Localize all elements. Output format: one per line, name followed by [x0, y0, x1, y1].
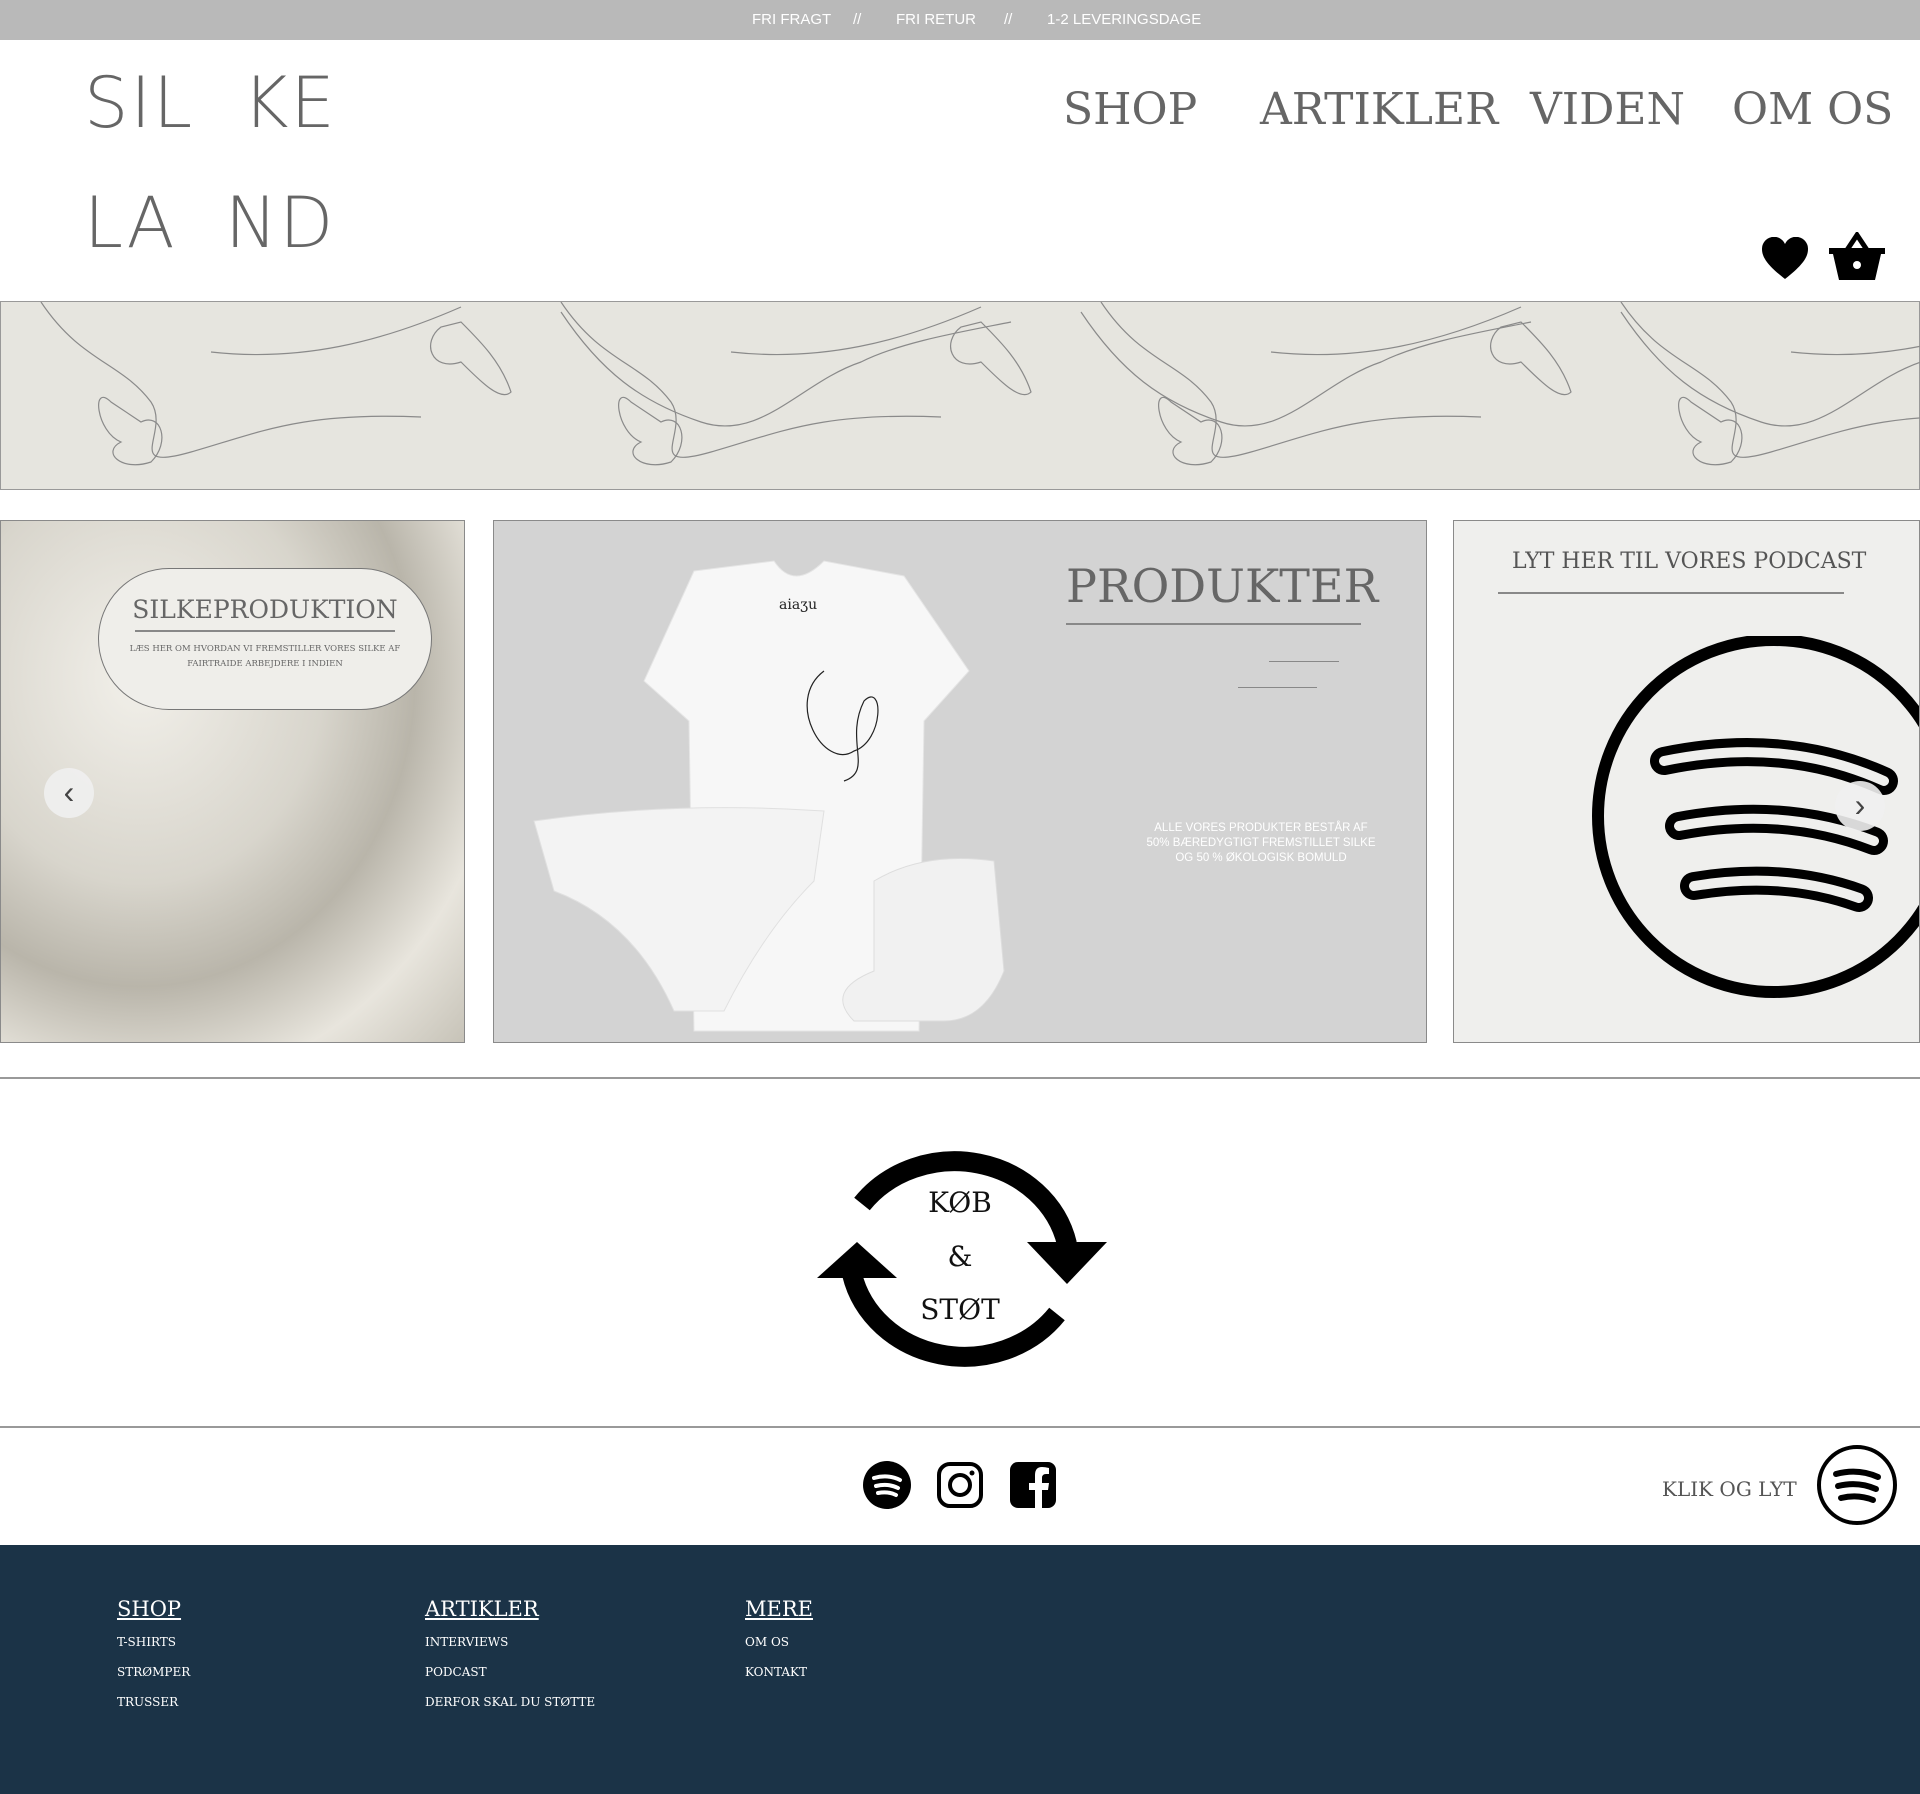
footer-link[interactable]: PODCAST: [425, 1665, 595, 1695]
divider: [1238, 687, 1317, 688]
footer-column-shop: SHOP T-SHIRTS STRØMPER TRUSSER: [117, 1597, 190, 1725]
divider: [135, 630, 395, 632]
separator: //: [1004, 11, 1013, 28]
spotify-listen-icon[interactable]: [1816, 1444, 1898, 1526]
footer-column-artikler: ARTIKLER INTERVIEWS PODCAST DERFOR SKAL …: [425, 1597, 595, 1725]
divider: [1269, 661, 1339, 662]
instagram-icon[interactable]: [936, 1461, 984, 1509]
announcement-bar: FRI FRAGT // FRI RETUR // 1-2 LEVERINGSD…: [0, 0, 1920, 40]
podcast-title: LYT HER TIL VORES PODCAST: [1512, 549, 1867, 574]
footer-heading-mere[interactable]: MERE: [745, 1597, 813, 1621]
footer-link[interactable]: TRUSSER: [117, 1695, 190, 1725]
spotify-icon[interactable]: [863, 1461, 911, 1509]
basket-icon[interactable]: [1829, 232, 1885, 282]
announcement-free-returns: FRI RETUR: [896, 11, 976, 28]
footer-link[interactable]: INTERVIEWS: [425, 1635, 595, 1665]
footer: SHOP T-SHIRTS STRØMPER TRUSSER ARTIKLER …: [0, 1545, 1920, 1794]
heart-icon[interactable]: [1762, 237, 1808, 281]
silkeproduktion-card[interactable]: SILKEPRODUKTION LÆS HER OM HVORDAN VI FR…: [98, 568, 432, 710]
butterfly-pattern-illustration: [40, 301, 1920, 466]
produkter-title: PRODUKTER: [1066, 559, 1379, 613]
announcement-delivery: 1-2 LEVERINGSDAGE: [1047, 11, 1202, 28]
footer-link[interactable]: OM OS: [745, 1635, 813, 1665]
footer-heading-shop[interactable]: SHOP: [117, 1597, 190, 1621]
listen-label[interactable]: KLIK OG LYT: [1662, 1477, 1797, 1501]
nav-shop[interactable]: SHOP: [1063, 84, 1197, 135]
carousel-next-button[interactable]: ›: [1835, 781, 1885, 831]
logo-line2[interactable]: LA ND: [84, 182, 335, 264]
carousel-prev-button[interactable]: ‹: [44, 768, 94, 818]
cycle-line2: &: [947, 1240, 973, 1273]
announcement-free-shipping: FRI FRAGT: [752, 11, 832, 28]
facebook-icon[interactable]: [1009, 1461, 1057, 1509]
shirt-label: aiaʒu: [779, 597, 817, 613]
logo-line1[interactable]: SIL KE: [84, 62, 337, 144]
divider: [1498, 592, 1844, 594]
divider: [1066, 623, 1361, 625]
cycle-line3: STØT: [920, 1293, 1000, 1326]
footer-link[interactable]: DERFOR SKAL DU STØTTE: [425, 1695, 595, 1725]
produkter-text: ALLE VORES PRODUKTER BESTÅR AF 50% BÆRED…: [1146, 822, 1376, 864]
nav-om-os[interactable]: OM OS: [1732, 84, 1893, 135]
separator: //: [853, 11, 862, 28]
footer-link[interactable]: T-SHIRTS: [117, 1635, 190, 1665]
silkeproduktion-title: SILKEPRODUKTION: [132, 595, 398, 624]
nav-viden[interactable]: VIDEN: [1530, 84, 1685, 135]
products-illustration: aiaʒu: [533, 560, 1005, 1032]
cycle-line1: KØB: [928, 1186, 992, 1219]
slide-produkter[interactable]: aiaʒu PRODUKTER ALLE VORES PRODUKTER BES…: [493, 520, 1427, 1043]
footer-column-mere: MERE OM OS KONTAKT: [745, 1597, 813, 1695]
section-divider: [0, 1426, 1920, 1428]
footer-link[interactable]: STRØMPER: [117, 1665, 190, 1695]
footer-heading-artikler[interactable]: ARTIKLER: [425, 1597, 595, 1621]
footer-link[interactable]: KONTAKT: [745, 1665, 813, 1695]
silkeproduktion-text: LÆS HER OM HVORDAN VI FREMSTILLER VORES …: [129, 644, 401, 669]
section-divider: [0, 1077, 1920, 1079]
nav-artikler[interactable]: ARTIKLER: [1260, 84, 1498, 135]
slide-podcast[interactable]: LYT HER TIL VORES PODCAST: [1453, 520, 1920, 1043]
butterfly-banner: [0, 301, 1920, 490]
